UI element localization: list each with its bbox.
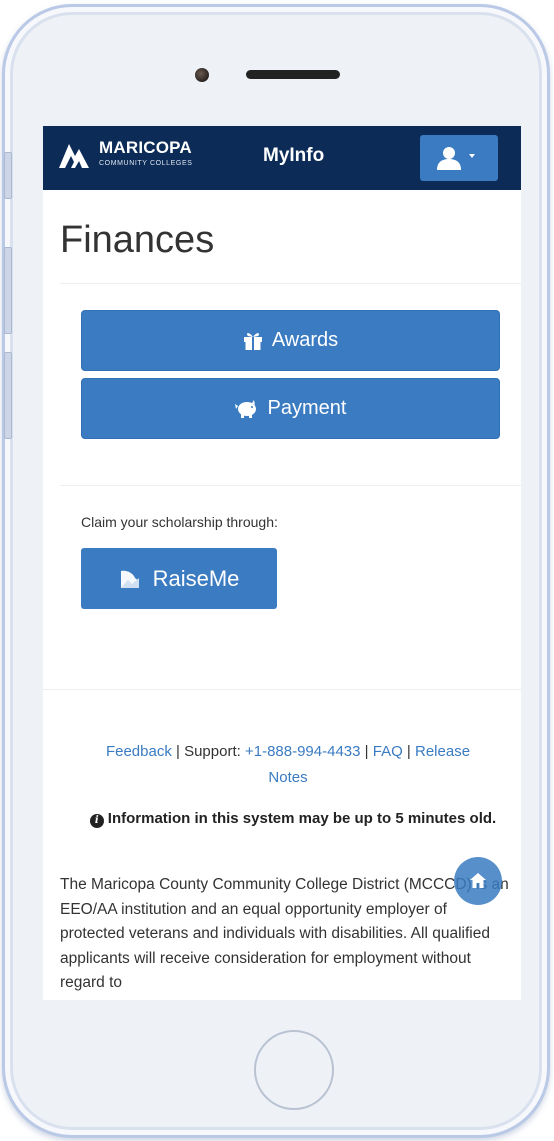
footer-links: Feedback | Support: +1-888-994-4433 | FA…	[103, 739, 473, 791]
phone-camera	[195, 68, 209, 82]
scholarship-prompt: Claim your scholarship through:	[81, 514, 278, 530]
raiseme-button[interactable]: RaiseMe	[81, 548, 277, 609]
home-icon	[470, 873, 486, 888]
user-menu-button[interactable]	[420, 135, 498, 181]
info-notice: i Information in this system may be up to…	[73, 806, 513, 832]
gift-icon	[243, 333, 262, 350]
divider	[60, 485, 521, 486]
maricopa-logo-icon	[59, 144, 89, 168]
awards-button[interactable]: Awards	[81, 310, 500, 371]
info-circle-icon: i	[89, 814, 104, 828]
phone-home-button[interactable]	[254, 1030, 334, 1110]
home-button[interactable]	[454, 857, 502, 905]
payment-label: Payment	[267, 397, 347, 419]
separator: |	[364, 743, 369, 760]
raiseme-logo-icon	[120, 570, 139, 588]
divider	[43, 689, 521, 690]
awards-label: Awards	[271, 329, 339, 351]
phone-speaker	[246, 70, 340, 79]
brand-title[interactable]: MyInfo	[263, 145, 324, 167]
user-icon	[437, 147, 461, 170]
phone-side-button	[4, 152, 12, 199]
logo-secondary-text: COMMUNITY COLLEGES	[99, 160, 193, 167]
separator: |	[176, 743, 180, 760]
navbar: MARICOPA COMMUNITY COLLEGES MyInfo	[43, 126, 521, 190]
page-title: Finances	[60, 219, 215, 261]
eeo-disclaimer: The Maricopa County Community College Di…	[60, 876, 509, 991]
phone-side-button	[4, 352, 12, 439]
separator: |	[406, 743, 411, 760]
phone-side-button	[4, 247, 12, 334]
raiseme-label: RaiseMe	[152, 565, 240, 591]
divider	[60, 283, 521, 284]
logo-primary-text[interactable]: MARICOPA	[99, 138, 192, 158]
piggy-bank-icon	[234, 399, 256, 418]
payment-button[interactable]: Payment	[81, 378, 500, 439]
app-screen: MARICOPA COMMUNITY COLLEGES MyInfo Finan…	[43, 126, 521, 1000]
support-phone-link[interactable]: +1-888-994-4433	[245, 743, 361, 760]
feedback-link[interactable]: Feedback	[106, 743, 172, 760]
faq-link[interactable]: FAQ	[373, 743, 403, 760]
chevron-down-icon	[469, 154, 475, 158]
support-label: Support:	[184, 743, 241, 760]
info-notice-text: Information in this system may be up to …	[107, 810, 497, 827]
